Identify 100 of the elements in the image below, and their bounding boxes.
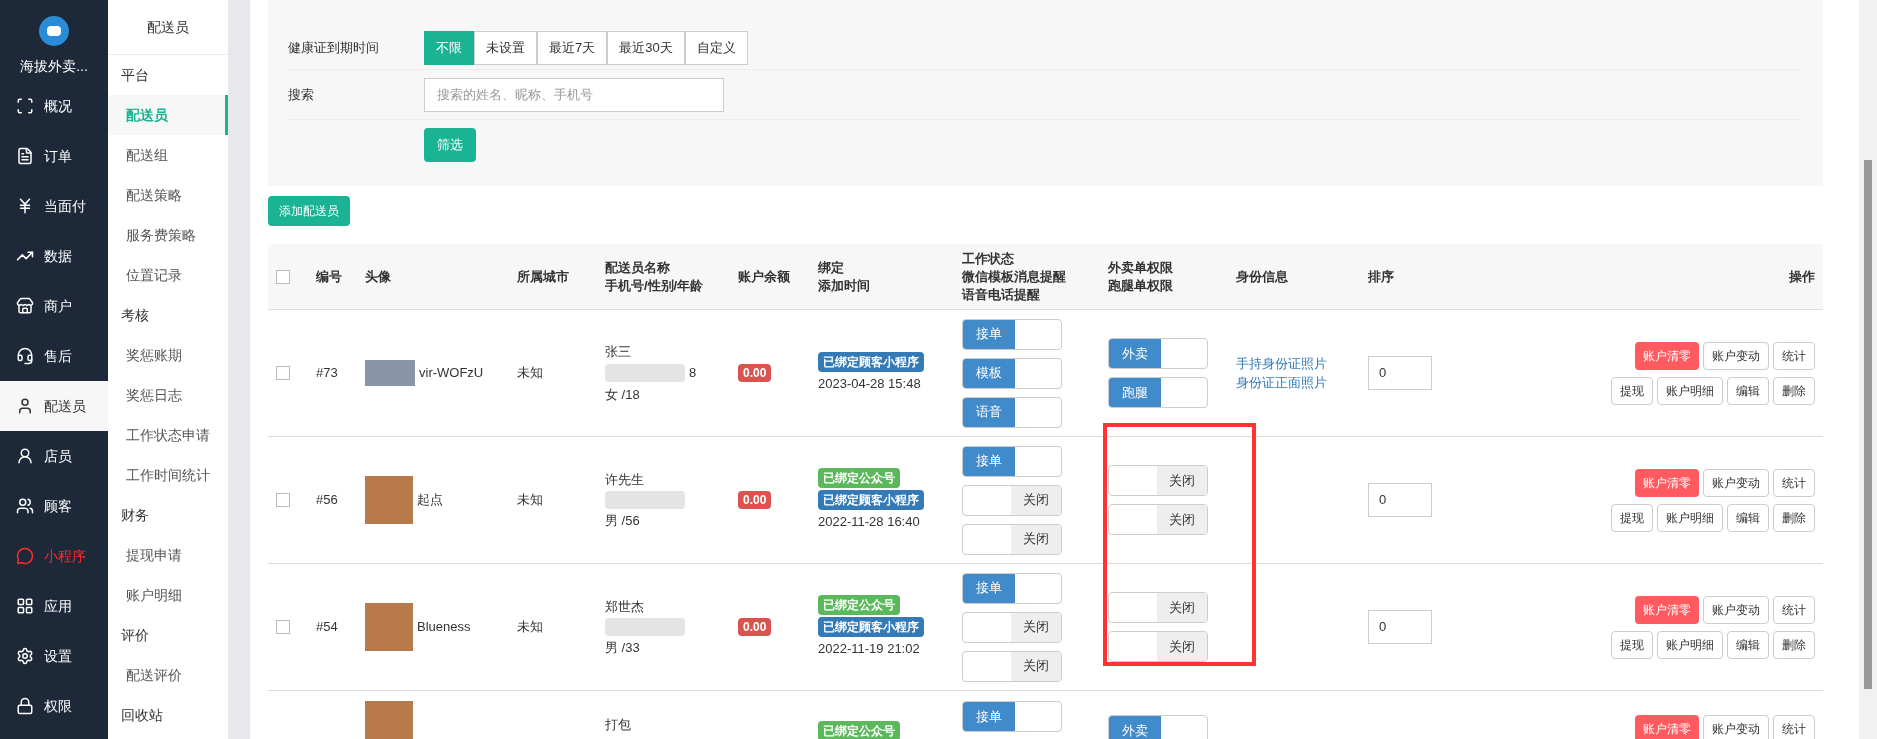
nav-item[interactable]: 配送员: [0, 381, 108, 431]
column-header: 绑定 添加时间: [818, 258, 871, 295]
balance-badge: 0.00: [738, 364, 772, 383]
action-button[interactable]: 统计: [1773, 341, 1815, 370]
toggle-switch[interactable]: 关闭: [962, 650, 1062, 682]
sub-menu-item[interactable]: 配送评价: [108, 655, 228, 695]
action-button[interactable]: 删除: [1773, 630, 1815, 659]
toggle-switch[interactable]: 模板: [962, 357, 1062, 389]
toggle-switch[interactable]: 关闭: [1108, 631, 1208, 662]
rider-name: 打包: [605, 716, 632, 734]
sub-menu-item[interactable]: 提现申请: [108, 535, 228, 575]
phone-fragment: 8: [689, 364, 697, 383]
action-button[interactable]: 统计: [1773, 715, 1815, 739]
filter-option[interactable]: 最近7天: [537, 30, 608, 65]
action-button[interactable]: 提现: [1611, 503, 1653, 532]
nav-item[interactable]: 应用: [0, 581, 108, 631]
row-checkbox[interactable]: [276, 620, 290, 634]
action-button[interactable]: 编辑: [1727, 503, 1769, 532]
nav-item[interactable]: 小程序: [0, 531, 108, 581]
action-button[interactable]: 删除: [1773, 376, 1815, 405]
row-checkbox[interactable]: [276, 366, 290, 380]
toggle-switch[interactable]: 外卖: [1108, 715, 1208, 739]
nav-item[interactable]: 顾客: [0, 481, 108, 531]
id-photo-link[interactable]: 身份证正面照片: [1236, 373, 1368, 393]
binding-badge: 已绑定公众号: [818, 595, 900, 616]
nav-item[interactable]: 设置: [0, 631, 108, 681]
sub-menu-item[interactable]: 服务费策略: [108, 215, 228, 255]
select-all-checkbox[interactable]: [276, 269, 290, 284]
user-icon: [16, 447, 34, 465]
sub-menu-item[interactable]: 账户明细: [108, 575, 228, 615]
id-photo-link[interactable]: 手持身份证照片: [1236, 353, 1368, 373]
document-icon: [16, 147, 34, 165]
sort-input[interactable]: 0: [1368, 610, 1432, 644]
nav-item[interactable]: 订单: [0, 131, 108, 181]
gender-age: 男 /33: [605, 639, 641, 657]
action-button[interactable]: 统计: [1773, 468, 1815, 497]
nav-item[interactable]: 商户: [0, 281, 108, 331]
action-button[interactable]: 删除: [1773, 503, 1815, 532]
scan-icon: [16, 97, 34, 115]
gender-age: 男 /56: [605, 512, 641, 530]
settings-icon: [16, 647, 34, 665]
action-button[interactable]: 账户明细: [1657, 376, 1723, 405]
toggle-switch[interactable]: 关闭: [1108, 592, 1208, 623]
rider-number: #54: [316, 619, 338, 635]
action-button[interactable]: 编辑: [1727, 376, 1769, 405]
nav-item[interactable]: 售后: [0, 331, 108, 381]
logo-icon: [39, 16, 69, 46]
lock-icon: [16, 697, 34, 715]
sub-menu-item[interactable]: 奖惩日志: [108, 375, 228, 415]
column-header: 配送员名称 手机号/性别/年龄: [605, 258, 705, 295]
nav-item[interactable]: 店员: [0, 431, 108, 481]
toggle-switch[interactable]: 接单: [962, 445, 1062, 477]
store-icon: [16, 297, 34, 315]
action-button[interactable]: 账户变动: [1703, 468, 1769, 497]
filter-label: 健康证到期时间: [288, 38, 380, 57]
action-button[interactable]: 提现: [1611, 630, 1653, 659]
filter-option[interactable]: 自定义: [684, 30, 748, 65]
action-button[interactable]: 账户变动: [1703, 595, 1769, 624]
toggle-switch[interactable]: 接单: [962, 701, 1062, 732]
toggle-switch[interactable]: 关闭: [1108, 504, 1208, 535]
action-button[interactable]: 统计: [1773, 595, 1815, 624]
sub-menu-item[interactable]: 工作时间统计: [108, 455, 228, 495]
action-button[interactable]: 账户明细: [1657, 503, 1723, 532]
city: 未知: [517, 619, 543, 635]
sort-input[interactable]: 0: [1368, 483, 1432, 517]
toggle-switch[interactable]: 关闭: [1108, 465, 1208, 496]
sub-menu-item[interactable]: 工作状态申请: [108, 415, 228, 455]
binding-badge: 已绑定公众号: [818, 468, 900, 489]
toggle-switch[interactable]: 外卖: [1108, 338, 1208, 369]
toggle-switch[interactable]: 关闭: [962, 484, 1062, 516]
binding-badge: 已绑定顾客小程序: [818, 490, 924, 511]
action-button[interactable]: 提现: [1611, 376, 1653, 405]
toggle-switch[interactable]: 关闭: [962, 523, 1062, 555]
nav-item[interactable]: 数据: [0, 231, 108, 281]
scrollbar-thumb[interactable]: [1864, 160, 1872, 689]
nickname: vir-WOFzU: [419, 364, 484, 383]
search-field[interactable]: 搜索的姓名、昵称、手机号: [424, 77, 724, 112]
toggle-switch[interactable]: 语音: [962, 396, 1062, 428]
nav-item[interactable]: 权限: [0, 681, 108, 731]
sort-input[interactable]: 0: [1368, 356, 1432, 390]
action-button[interactable]: 账户变动: [1703, 341, 1769, 370]
sub-menu-item[interactable]: 配送组: [108, 135, 228, 175]
row-checkbox[interactable]: [276, 493, 290, 507]
menu-group-label: 回收站: [121, 705, 163, 725]
sub-menu-item[interactable]: 位置记录: [108, 255, 228, 295]
nav-item[interactable]: 概况: [0, 81, 108, 131]
toggle-switch[interactable]: 跑腿: [1108, 377, 1208, 408]
sub-menu-item[interactable]: 奖惩账期: [108, 335, 228, 375]
toggle-switch[interactable]: 接单: [962, 572, 1062, 604]
column-header: 所属城市: [517, 267, 570, 286]
action-button[interactable]: 账户明细: [1657, 630, 1723, 659]
toggle-switch[interactable]: 关闭: [962, 611, 1062, 643]
nav-item[interactable]: 当面付: [0, 181, 108, 231]
filter-option[interactable]: 最近30天: [607, 30, 685, 65]
column-header: 账户余额: [738, 267, 791, 286]
action-button[interactable]: 编辑: [1727, 630, 1769, 659]
toggle-switch[interactable]: 接单: [962, 318, 1062, 350]
filter-option[interactable]: 未设置: [474, 30, 537, 65]
sub-menu-item[interactable]: 配送策略: [108, 175, 228, 215]
action-button[interactable]: 账户变动: [1703, 715, 1769, 739]
